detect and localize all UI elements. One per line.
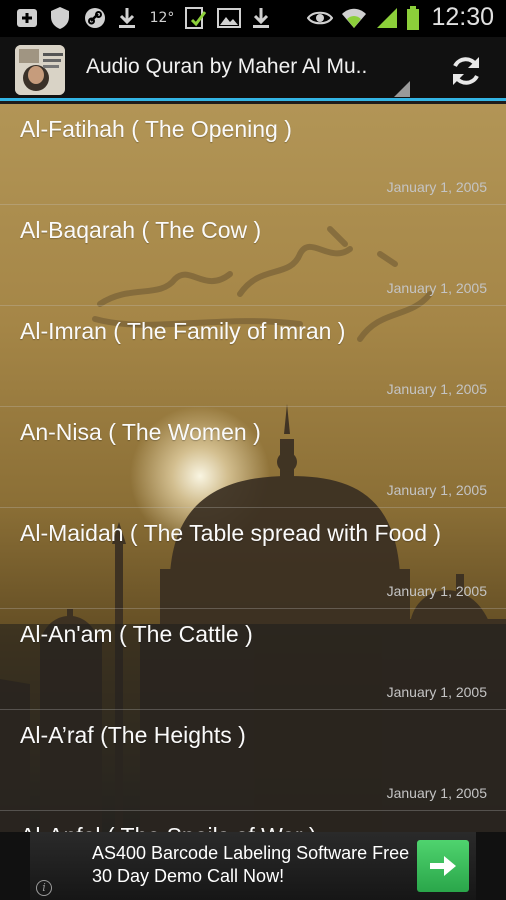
item-title: Al-A’raf (The Heights )	[20, 722, 246, 748]
ad-line-1: AS400 Barcode Labeling Software Free	[92, 843, 410, 863]
wifi-icon	[340, 6, 368, 30]
app-icon[interactable]	[15, 45, 65, 95]
refresh-icon[interactable]	[446, 51, 486, 91]
action-bar: Audio Quran by Maher Al Mu..	[0, 37, 506, 101]
link-icon	[82, 6, 108, 30]
item-title: Al-Anfal ( The Spoils of War )	[20, 823, 317, 832]
item-title: An-Nisa ( The Women )	[20, 419, 261, 445]
spinner-indicator-icon	[394, 81, 410, 97]
arrow-right-icon[interactable]	[417, 840, 469, 892]
surah-list: Al-Fatihah ( The Opening ) January 1, 20…	[0, 104, 506, 832]
info-icon[interactable]: i	[36, 880, 52, 896]
shield-icon	[48, 6, 72, 30]
status-bar: 12° 12:30	[0, 0, 506, 37]
item-date: January 1, 2005	[386, 684, 487, 700]
item-title: Al-An'am ( The Cattle )	[20, 621, 253, 647]
temperature: 12°	[149, 10, 175, 26]
list-item[interactable]: Al-An'am ( The Cattle ) January 1, 2005	[0, 609, 506, 710]
list-item[interactable]: Al-Anfal ( The Spoils of War )	[0, 811, 506, 832]
signal-icon	[374, 6, 400, 30]
item-title: Al-Baqarah ( The Cow )	[20, 217, 262, 243]
download-icon	[250, 6, 272, 30]
image-icon	[216, 6, 242, 30]
item-date: January 1, 2005	[386, 179, 487, 195]
clipboard-check-icon	[182, 6, 208, 30]
list-item[interactable]: Al-Baqarah ( The Cow ) January 1, 2005	[0, 205, 506, 306]
clock: 12:30	[431, 3, 494, 31]
item-date: January 1, 2005	[386, 482, 487, 498]
ad-banner[interactable]: AS400 Barcode Labeling Software Free 30 …	[0, 832, 506, 900]
item-title: Al-Fatihah ( The Opening )	[20, 116, 292, 142]
item-date: January 1, 2005	[386, 280, 487, 296]
eye-icon	[306, 6, 334, 30]
list-item[interactable]: Al-A’raf (The Heights ) January 1, 2005	[0, 710, 506, 811]
battery-icon	[404, 6, 422, 30]
item-title: Al-Imran ( The Family of Imran )	[20, 318, 346, 344]
list-item[interactable]: Al-Maidah ( The Table spread with Food )…	[0, 508, 506, 609]
list-item[interactable]: Al-Imran ( The Family of Imran ) January…	[0, 306, 506, 407]
ad-content[interactable]: AS400 Barcode Labeling Software Free 30 …	[30, 832, 476, 900]
surah-list-area[interactable]: Al-Fatihah ( The Opening ) January 1, 20…	[0, 104, 506, 832]
item-title: Al-Maidah ( The Table spread with Food )	[20, 520, 442, 546]
app-title[interactable]: Audio Quran by Maher Al Mu..	[86, 55, 388, 79]
ad-text: AS400 Barcode Labeling Software Free 30 …	[92, 842, 409, 888]
list-item[interactable]: Al-Fatihah ( The Opening ) January 1, 20…	[0, 104, 506, 205]
download-icon	[116, 6, 138, 30]
item-date: January 1, 2005	[386, 381, 487, 397]
item-date: January 1, 2005	[386, 785, 487, 801]
item-date: January 1, 2005	[386, 583, 487, 599]
list-item[interactable]: An-Nisa ( The Women ) January 1, 2005	[0, 407, 506, 508]
ad-line-2: 30 Day Demo Call Now!	[92, 866, 285, 886]
add-icon	[14, 6, 40, 30]
